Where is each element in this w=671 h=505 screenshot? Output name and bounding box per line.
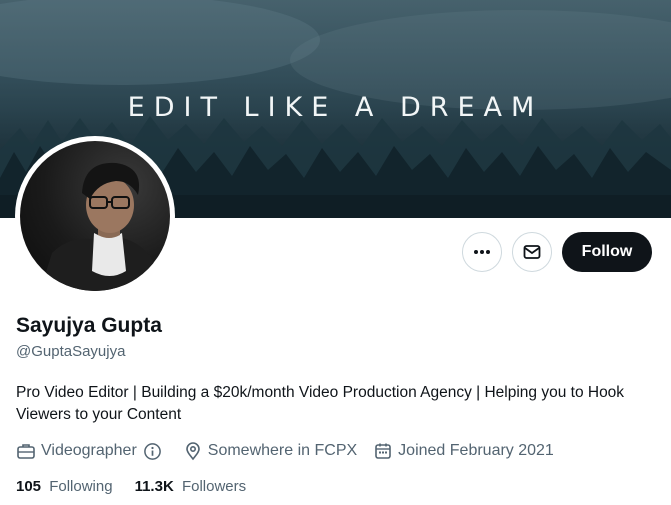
user-handle: @GuptaSayujya: [16, 343, 126, 360]
location-text: Somewhere in FCPX: [207, 442, 358, 459]
message-button[interactable]: [512, 232, 552, 272]
calendar-icon: [375, 443, 391, 459]
profession-text: Videographer: [41, 442, 137, 459]
display-name: Sayujya Gupta: [16, 314, 162, 337]
location-pin-icon: [185, 442, 200, 461]
profile-meta: Videographer Somewhere in FCPX Joined Fe…: [16, 440, 570, 462]
profession-item: Videographer: [16, 441, 167, 461]
following-link[interactable]: 105 Following: [16, 478, 113, 495]
following-label: Following: [49, 478, 113, 495]
follow-button[interactable]: Follow: [562, 232, 652, 272]
location-item: Somewhere in FCPX: [183, 441, 357, 461]
avatar-photo: [20, 141, 170, 291]
banner-title: EDIT LIKE A DREAM: [127, 92, 544, 123]
professional-category-info[interactable]: [143, 442, 167, 461]
more-icon: [474, 250, 490, 254]
following-count: 105: [16, 478, 42, 495]
joined-text: Joined February 2021: [398, 442, 554, 459]
more-button[interactable]: [462, 232, 502, 272]
profile-avatar[interactable]: [15, 136, 175, 296]
followers-link[interactable]: 11.3K Followers: [135, 478, 247, 495]
briefcase-icon: [17, 444, 35, 459]
followers-label: Followers: [181, 478, 247, 495]
profile-stats: 105 Following 11.3K Followers: [16, 478, 268, 495]
info-icon: [143, 442, 161, 460]
bio-text: Pro Video Editor | Building a $20k/month…: [16, 384, 625, 423]
followers-count: 11.3K: [134, 478, 174, 495]
joined-item: Joined February 2021: [373, 441, 554, 461]
mail-icon: [523, 245, 541, 259]
